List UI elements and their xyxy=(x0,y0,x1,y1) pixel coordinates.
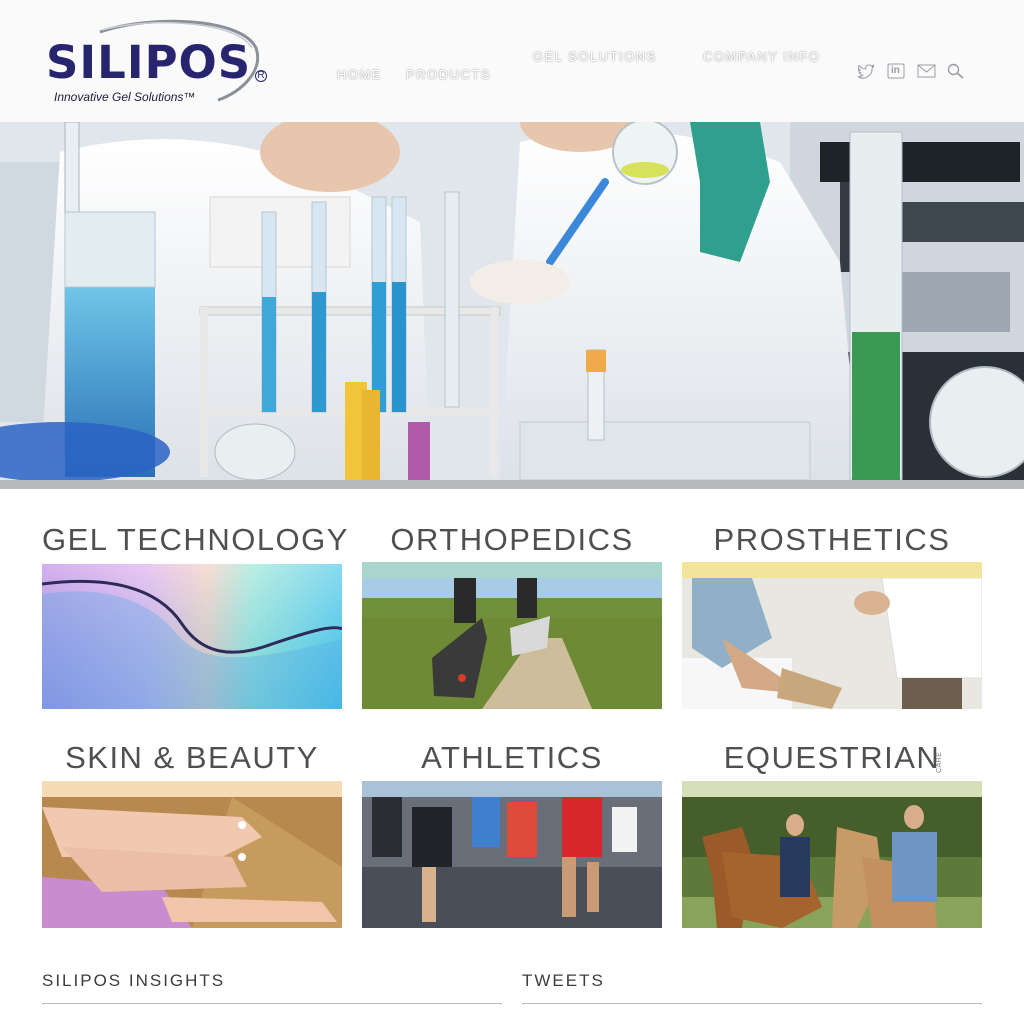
manicure-pedicure-photo xyxy=(42,797,342,928)
linkedin-icon-label: in xyxy=(891,65,900,76)
nav-gel-solutions[interactable]: GEL SOLUTIONS xyxy=(533,49,657,64)
nav-home[interactable]: HOME xyxy=(337,67,382,82)
mail-icon[interactable] xyxy=(916,62,936,80)
category-equestrian[interactable]: EQUESTRIAN CARE xyxy=(682,740,982,930)
category-color-band xyxy=(42,781,342,797)
tweets-heading: TWEETS xyxy=(522,971,605,990)
care-tag: CARE xyxy=(936,751,943,773)
section-divider xyxy=(522,1003,982,1004)
hero-bottom-bar xyxy=(0,480,1024,489)
section-divider xyxy=(42,1003,502,1004)
silipos-insights-heading: SILIPOS INSIGHTS xyxy=(42,971,226,990)
horses-photo xyxy=(682,797,982,928)
silipos-logo[interactable]: SILIPOS R Innovative Gel Solutions™ xyxy=(42,18,267,106)
registered-mark: R xyxy=(255,70,267,82)
nav-products[interactable]: PRODUCTS xyxy=(406,67,491,82)
category-title: SKIN & BEAUTY xyxy=(65,740,319,775)
category-title: PROSTHETICS xyxy=(713,522,951,557)
category-skin-beauty[interactable]: SKIN & BEAUTY xyxy=(42,740,342,930)
category-color-band xyxy=(682,781,982,797)
nav-company-info[interactable]: COMPANY INFO xyxy=(703,49,820,64)
marathon-runners-photo xyxy=(362,797,662,928)
site-header: SILIPOS R Innovative Gel Solutions™ HOME… xyxy=(0,0,1024,122)
search-icon[interactable] xyxy=(946,62,966,80)
category-prosthetics[interactable]: PROSTHETICS xyxy=(682,520,982,710)
logo-tagline: Innovative Gel Solutions™ xyxy=(54,90,196,104)
linkedin-icon[interactable]: in xyxy=(886,62,906,80)
category-color-band xyxy=(362,781,662,797)
gel-abstract-photo xyxy=(42,564,342,709)
logo-wordmark: SILIPOS xyxy=(46,36,252,89)
category-title: ORTHOPEDICS xyxy=(390,522,634,557)
prosthetic-fitting-photo xyxy=(682,578,982,709)
category-color-band xyxy=(362,562,662,578)
category-color-band xyxy=(682,562,982,578)
laboratory-scene xyxy=(0,122,1024,480)
twitter-icon[interactable] xyxy=(856,62,876,80)
hero-banner-image xyxy=(0,122,1024,480)
category-athletics[interactable]: ATHLETICS xyxy=(362,740,662,930)
category-title: ATHLETICS xyxy=(421,740,603,775)
runner-trail-photo xyxy=(362,578,662,709)
category-title: GEL TECHNOLOGY xyxy=(42,522,349,557)
category-orthopedics[interactable]: ORTHOPEDICS xyxy=(362,520,662,710)
category-gel-technology[interactable]: GEL TECHNOLOGY xyxy=(42,520,349,710)
